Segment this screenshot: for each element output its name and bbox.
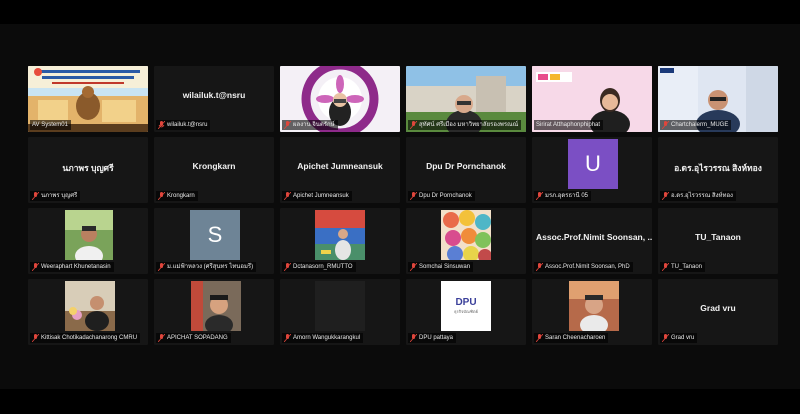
muted-mic-icon bbox=[536, 192, 543, 200]
participant-name-tag: AV System01 bbox=[30, 120, 71, 130]
participant-name-tag: Somchai Sinsuwan bbox=[408, 262, 474, 272]
muted-mic-icon bbox=[32, 192, 39, 200]
muted-mic-icon bbox=[32, 263, 39, 271]
bottom-toolbar bbox=[0, 389, 800, 414]
participant-tile-wilailuk[interactable]: wilailuk.t@nsru wilailuk.t@nsru bbox=[154, 66, 274, 132]
top-toolbar bbox=[0, 0, 800, 24]
participant-display-name: TU_Tanaon bbox=[695, 232, 741, 242]
participant-name-tag: นภาพร บุญศรี bbox=[30, 191, 81, 201]
participant-name-tag: APICHAT SOPADANG bbox=[156, 333, 231, 343]
participant-tile-av-system[interactable]: AV System01 bbox=[28, 66, 148, 132]
dpu-logo-text: DPU bbox=[455, 297, 477, 308]
participant-name-tag: สุทัศน์ ศรีเมือง มหาวิทยาลัยรองพรณณ์ bbox=[408, 120, 522, 130]
muted-mic-icon bbox=[662, 263, 669, 271]
participant-tile-apichat[interactable]: APICHAT SOPADANG bbox=[154, 279, 274, 345]
muted-mic-icon bbox=[410, 263, 417, 271]
muted-mic-icon bbox=[158, 192, 165, 200]
participant-avatar: U bbox=[568, 139, 618, 189]
participant-tile-weeraphart[interactable]: Weeraphart Khunetanasin bbox=[28, 208, 148, 274]
muted-mic-icon bbox=[158, 121, 165, 129]
dpu-logo: DPU ธุรกิจบัณฑิตย์ bbox=[441, 281, 491, 331]
participant-display-name: Assoc.Prof.Nimit Soonsan, ... bbox=[536, 232, 652, 242]
participant-tile-tu-tanaon[interactable]: TU_Tanaon TU_Tanaon bbox=[658, 208, 778, 274]
muted-mic-icon bbox=[410, 334, 417, 342]
participant-display-name: Grad vru bbox=[700, 303, 736, 313]
dpu-logo-subtext: ธุรกิจบัณฑิตย์ bbox=[454, 309, 478, 314]
participant-name-tag: wilailuk.t@nsru bbox=[156, 120, 211, 130]
participant-video bbox=[65, 210, 113, 260]
participant-video bbox=[191, 281, 241, 331]
gallery-grid: AV System01 wilailuk.t@nsru wilailuk.t@n… bbox=[28, 66, 778, 347]
participant-tile-dpu-pattaya[interactable]: DPU ธุรกิจบัณฑิตย์ DPU pattaya bbox=[406, 279, 526, 345]
muted-mic-icon bbox=[32, 334, 39, 342]
muted-mic-icon bbox=[284, 263, 291, 271]
participant-tile-apichet[interactable]: Apichet Jumneansuk Apichet Jumneansuk bbox=[280, 137, 400, 203]
muted-mic-icon bbox=[536, 334, 543, 342]
participant-tile-kittisak[interactable]: Kittisak Chotikadachanarong CMRU bbox=[28, 279, 148, 345]
participant-name-tag: TU_Tanaon bbox=[660, 262, 706, 272]
participant-name-tag: Weeraphart Khunetanasin bbox=[30, 262, 114, 272]
participant-name-tag: Sirirat Atthaphonphiphat bbox=[534, 120, 604, 130]
participant-name-tag: Dpu Dr Pornchanok bbox=[408, 191, 475, 201]
participant-name-tag: มรภ.อุดรธานี 05 bbox=[534, 191, 591, 201]
participant-name-tag: Assoc.Prof.Nimit Soonsan, PhD bbox=[534, 262, 633, 272]
participant-name-tag: Kittisak Chotikadachanarong CMRU bbox=[30, 333, 141, 343]
participant-display-name: Krongkarn bbox=[192, 161, 236, 171]
participant-name-tag: Saran Cheenacharoen bbox=[534, 333, 609, 343]
participant-avatar: S bbox=[190, 210, 240, 260]
participant-display-name: wilailuk.t@nsru bbox=[182, 90, 246, 100]
muted-mic-icon bbox=[284, 192, 291, 200]
participant-display-name: อ.ดร.อุไรวรรณ สิงห์ทอง bbox=[674, 163, 762, 173]
participant-name-tag: อ.ดร.อุไรวรรณ สิงห์ทอง bbox=[660, 191, 736, 201]
participant-tile-nimit[interactable]: Assoc.Prof.Nimit Soonsan, ... Assoc.Prof… bbox=[532, 208, 652, 274]
participant-tile-uraiwan[interactable]: อ.ดร.อุไรวรรณ สิงห์ทอง อ.ดร.อุไรวรรณ สิง… bbox=[658, 137, 778, 203]
muted-mic-icon bbox=[158, 263, 165, 271]
muted-mic-icon bbox=[284, 334, 291, 342]
muted-mic-icon bbox=[410, 192, 417, 200]
participant-video bbox=[315, 210, 365, 260]
participant-display-name: Dpu Dr Pornchanok bbox=[426, 161, 506, 171]
participant-name-tag: Krongkarn bbox=[156, 191, 198, 201]
participant-tile-grad-school[interactable]: ผลงาน จินตรักษ์ bbox=[280, 66, 400, 132]
participant-tile-amorn[interactable]: Amorn Wangukkarangkul bbox=[280, 279, 400, 345]
participant-name-tag: Amorn Wangukkarangkul bbox=[282, 333, 364, 343]
muted-mic-icon bbox=[536, 263, 543, 271]
participant-tile-somchai[interactable]: Somchai Sinsuwan bbox=[406, 208, 526, 274]
participant-tile-sirirat[interactable]: Sirirat Atthaphonphiphat bbox=[532, 66, 652, 132]
participant-tile-chartchalerm[interactable]: Chartchalerm_MUGE bbox=[658, 66, 778, 132]
participant-tile-dctanasorn[interactable]: Dctanasorn_RMUTTO bbox=[280, 208, 400, 274]
participant-video bbox=[569, 281, 619, 331]
muted-mic-icon bbox=[410, 121, 417, 129]
participant-tile-krongkarn[interactable]: Krongkarn Krongkarn bbox=[154, 137, 274, 203]
participant-tile-sutat[interactable]: สุทัศน์ ศรีเมือง มหาวิทยาลัยรองพรณณ์ bbox=[406, 66, 526, 132]
participant-display-name: นภาพร บุญศรี bbox=[62, 163, 114, 173]
participant-name-tag: ม.แม่ฟ้าหลวง (ศรีสุนทร ไทนอมรี) bbox=[156, 262, 257, 272]
participant-name-tag: ผลงาน จินตรักษ์ bbox=[282, 120, 338, 130]
participant-display-name: Apichet Jumneansuk bbox=[297, 161, 383, 171]
muted-mic-icon bbox=[662, 192, 669, 200]
participant-tile-grad-vru[interactable]: Grad vru Grad vru bbox=[658, 279, 778, 345]
muted-mic-icon bbox=[284, 121, 291, 129]
muted-mic-icon bbox=[158, 334, 165, 342]
muted-mic-icon bbox=[662, 121, 669, 129]
participant-tile-udon[interactable]: U มรภ.อุดรธานี 05 bbox=[532, 137, 652, 203]
participant-tile-mae-fah-luang[interactable]: S ม.แม่ฟ้าหลวง (ศรีสุนทร ไทนอมรี) bbox=[154, 208, 274, 274]
participant-video bbox=[65, 281, 115, 331]
participant-name-tag: Dctanasorn_RMUTTO bbox=[282, 262, 356, 272]
participant-name-tag: Chartchalerm_MUGE bbox=[660, 120, 732, 130]
participant-tile-saran[interactable]: Saran Cheenacharoen bbox=[532, 279, 652, 345]
participant-name-tag: Apichet Jumneansuk bbox=[282, 191, 352, 201]
muted-mic-icon bbox=[662, 334, 669, 342]
participant-video bbox=[441, 210, 491, 260]
participant-tile-dpu-pornchanok[interactable]: Dpu Dr Pornchanok Dpu Dr Pornchanok bbox=[406, 137, 526, 203]
participant-video-off bbox=[315, 281, 365, 331]
participant-name-tag: DPU pattaya bbox=[408, 333, 457, 343]
participant-tile-naphaporn[interactable]: นภาพร บุญศรี นภาพร บุญศรี bbox=[28, 137, 148, 203]
participant-name-tag: Grad vru bbox=[660, 333, 698, 343]
